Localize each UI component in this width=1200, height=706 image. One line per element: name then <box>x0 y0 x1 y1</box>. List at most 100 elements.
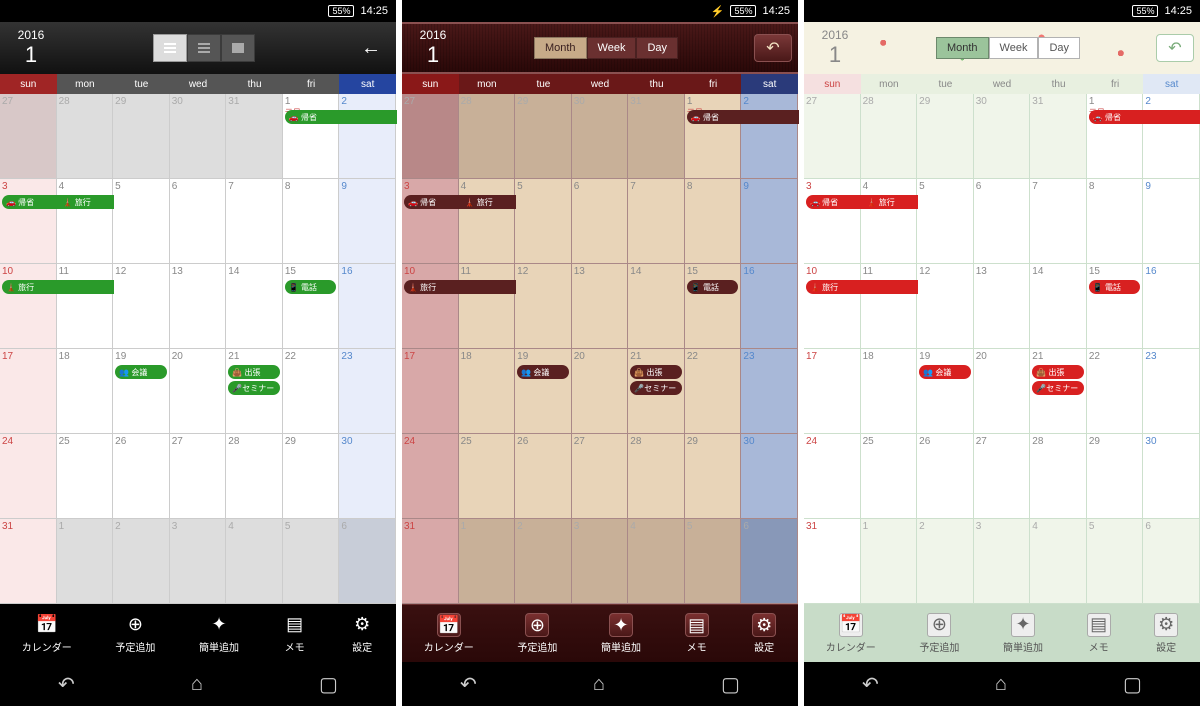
event-kisei[interactable]: 🚗 帰省 <box>1089 110 1200 124</box>
toolbar-calendar[interactable]: 📅カレンダー <box>22 613 72 654</box>
toolbar-settings[interactable]: ⚙設定 <box>1154 613 1178 654</box>
day-cell[interactable]: 25 <box>861 434 918 519</box>
day-cell[interactable]: 20 <box>974 349 1031 434</box>
day-cell[interactable]: 14 <box>628 264 685 349</box>
day-cell[interactable]: 19👥 会議 <box>113 349 170 434</box>
back-button[interactable]: ↶ <box>754 34 792 62</box>
day-cell[interactable]: 20 <box>170 349 227 434</box>
day-cell[interactable]: 4🗼 旅行 <box>861 179 918 264</box>
day-cell[interactable]: 15📱 電話 <box>283 264 340 349</box>
day-cell[interactable]: 17 <box>0 349 57 434</box>
day-cell[interactable]: 16 <box>339 264 396 349</box>
home-icon[interactable]: ⌂ <box>593 673 605 696</box>
day-cell[interactable]: 6 <box>170 179 227 264</box>
day-cell[interactable]: 27 <box>974 434 1031 519</box>
day-cell[interactable]: 12 <box>515 264 572 349</box>
day-cell[interactable]: 6 <box>572 179 629 264</box>
day-cell[interactable]: 22 <box>1087 349 1144 434</box>
day-cell[interactable]: 29 <box>917 94 974 179</box>
day-cell[interactable]: 2 <box>741 94 798 179</box>
toolbar-quick-add[interactable]: ✦簡単追加 <box>1003 613 1043 654</box>
event-denwa[interactable]: 📱 電話 <box>285 280 337 294</box>
day-cell[interactable]: 3 <box>170 519 227 604</box>
toolbar-settings[interactable]: ⚙設定 <box>752 613 776 654</box>
day-cell[interactable]: 1元日🚗 帰省 <box>283 94 340 179</box>
event-ryoko[interactable]: 🗼 旅行 <box>404 280 516 294</box>
day-cell[interactable]: 31 <box>402 519 459 604</box>
view-day-button[interactable]: Day <box>636 37 678 59</box>
toolbar-memo[interactable]: ▤メモ <box>1087 613 1111 654</box>
day-cell[interactable]: 25 <box>57 434 114 519</box>
event-shuccho[interactable]: 👜 出張 <box>228 365 280 379</box>
day-cell[interactable]: 1元日🚗 帰省 <box>685 94 742 179</box>
day-cell[interactable]: 27 <box>572 434 629 519</box>
event-ryoko[interactable]: 🗼 旅行 <box>461 195 513 209</box>
event-denwa[interactable]: 📱 電話 <box>687 280 739 294</box>
view-month-button[interactable]: Month <box>936 37 989 59</box>
view-day-button[interactable]: Day <box>1038 37 1080 59</box>
toolbar-memo[interactable]: ▤メモ <box>685 613 709 654</box>
day-cell[interactable]: 4🗼 旅行 <box>459 179 516 264</box>
day-cell[interactable]: 6 <box>741 519 798 604</box>
day-cell[interactable]: 27 <box>0 94 57 179</box>
toolbar-calendar[interactable]: 📅カレンダー <box>826 613 876 654</box>
day-cell[interactable]: 15📱 電話 <box>1087 264 1144 349</box>
day-cell[interactable]: 12 <box>917 264 974 349</box>
day-cell[interactable]: 8 <box>1087 179 1144 264</box>
day-cell[interactable]: 12 <box>113 264 170 349</box>
day-cell[interactable]: 14 <box>1030 264 1087 349</box>
day-cell[interactable]: 11 <box>57 264 114 349</box>
day-cell[interactable]: 5 <box>283 519 340 604</box>
day-cell[interactable]: 7 <box>1030 179 1087 264</box>
day-cell[interactable]: 30 <box>572 94 629 179</box>
day-cell[interactable]: 28 <box>1030 434 1087 519</box>
event-kisei[interactable]: 🚗 帰省 <box>687 110 799 124</box>
day-cell[interactable]: 23 <box>741 349 798 434</box>
home-icon[interactable]: ⌂ <box>995 673 1007 696</box>
day-cell[interactable]: 8 <box>283 179 340 264</box>
back-button[interactable]: ↶ <box>1156 34 1194 62</box>
day-cell[interactable]: 19👥 会議 <box>917 349 974 434</box>
toolbar-calendar[interactable]: 📅カレンダー <box>424 613 474 654</box>
day-cell[interactable]: 3🚗 帰省 <box>0 179 57 264</box>
day-cell[interactable]: 29 <box>685 434 742 519</box>
event-shuccho[interactable]: 👜 出張 <box>630 365 682 379</box>
day-cell[interactable]: 29 <box>1087 434 1144 519</box>
day-cell[interactable]: 28 <box>628 434 685 519</box>
event-ryoko[interactable]: 🗼 旅行 <box>59 195 111 209</box>
day-cell[interactable]: 1 <box>861 519 918 604</box>
day-cell[interactable]: 30 <box>1143 434 1200 519</box>
day-cell[interactable]: 25 <box>459 434 516 519</box>
view-week-button[interactable]: Week <box>989 37 1039 59</box>
back-icon[interactable]: ↶ <box>862 672 879 697</box>
event-seminar[interactable]: 🎤セミナー <box>228 381 280 395</box>
day-cell[interactable]: 24 <box>804 434 861 519</box>
day-cell[interactable]: 28 <box>57 94 114 179</box>
toolbar-add-event[interactable]: ⊕予定追加 <box>517 613 557 654</box>
day-cell[interactable]: 10🗼 旅行 <box>804 264 861 349</box>
toolbar-memo[interactable]: ▤メモ <box>283 613 307 654</box>
day-cell[interactable]: 1 <box>459 519 516 604</box>
day-cell[interactable]: 30 <box>339 434 396 519</box>
day-cell[interactable]: 2 <box>515 519 572 604</box>
event-denwa[interactable]: 📱 電話 <box>1089 280 1141 294</box>
day-cell[interactable]: 6 <box>1143 519 1200 604</box>
day-cell[interactable]: 20 <box>572 349 629 434</box>
day-cell[interactable]: 13 <box>572 264 629 349</box>
day-cell[interactable]: 9 <box>741 179 798 264</box>
back-button[interactable]: ← <box>352 34 390 62</box>
day-cell[interactable]: 26 <box>917 434 974 519</box>
toolbar-add-event[interactable]: ⊕予定追加 <box>919 613 959 654</box>
toolbar-add-event[interactable]: ⊕予定追加 <box>115 613 155 654</box>
home-icon[interactable]: ⌂ <box>191 673 203 696</box>
day-cell[interactable]: 14 <box>226 264 283 349</box>
event-ryoko[interactable]: 🗼 旅行 <box>806 280 918 294</box>
day-cell[interactable]: 31 <box>226 94 283 179</box>
day-cell[interactable]: 17 <box>402 349 459 434</box>
toolbar-quick-add[interactable]: ✦簡単追加 <box>199 613 239 654</box>
day-cell[interactable]: 4 <box>226 519 283 604</box>
view-month-button[interactable]: Month <box>534 37 587 59</box>
back-icon[interactable]: ↶ <box>58 672 75 697</box>
event-kaigi[interactable]: 👥 会議 <box>115 365 167 379</box>
day-cell[interactable]: 6 <box>974 179 1031 264</box>
